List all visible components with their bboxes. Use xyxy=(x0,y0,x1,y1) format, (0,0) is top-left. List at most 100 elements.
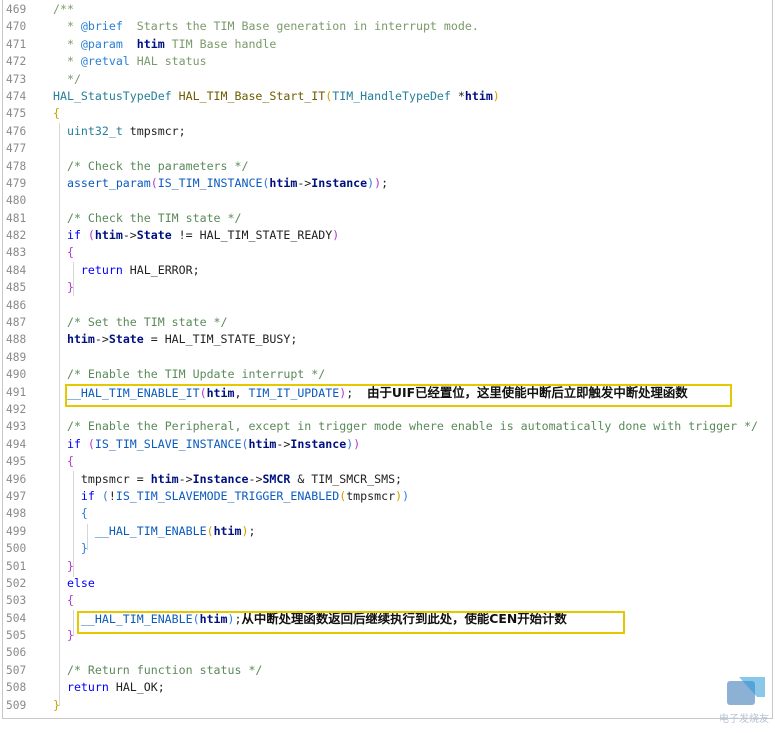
code-token: ) xyxy=(395,488,403,503)
code-text: tmpsmcr = htim->Instance->SMCR & TIM_SMC… xyxy=(53,471,402,488)
line-number: 475 xyxy=(6,107,27,121)
code-token: IS_TIM_INSTANCE xyxy=(157,175,263,190)
code-token: /* Enable the Peripheral, except in trig… xyxy=(66,419,758,434)
code-line: 483 { xyxy=(3,244,772,261)
code-token: /* Return function status */ xyxy=(66,662,263,677)
code-token: __HAL_TIM_ENABLE xyxy=(94,523,207,538)
line-number: 477 xyxy=(6,142,27,156)
line-number: 502 xyxy=(6,576,27,590)
watermark-text: 电子发烧友 xyxy=(719,714,769,725)
indent-guide xyxy=(87,524,88,550)
code-token: HAL_TIM_Base_Start_IT xyxy=(178,88,326,103)
code-token: htim xyxy=(66,332,95,347)
code-line: 477 xyxy=(3,140,772,157)
code-token: State xyxy=(108,332,144,347)
code-line: 508 return HAL_OK; xyxy=(3,679,772,696)
code-text: /* Enable the TIM Update interrupt */ xyxy=(53,366,325,383)
code-token: * xyxy=(53,36,81,51)
line-number: 470 xyxy=(6,20,27,34)
code-line: 496 tmpsmcr = htim->Instance->SMCR & TIM… xyxy=(3,471,772,488)
code-token: -> xyxy=(122,228,137,243)
code-token: ) xyxy=(353,436,361,451)
code-text: * @retval HAL status xyxy=(53,53,207,70)
code-line: 501 } xyxy=(3,558,772,575)
code-token: ) xyxy=(492,88,500,103)
code-token: -> xyxy=(94,332,109,347)
code-token: -> xyxy=(297,175,312,190)
code-text: assert_param(IS_TIM_INSTANCE(htim->Insta… xyxy=(53,175,388,192)
line-number: 484 xyxy=(6,263,27,277)
code-token: TIM Base handle xyxy=(164,36,277,51)
code-token: uint32_t xyxy=(66,123,123,138)
line-number: 469 xyxy=(6,3,27,16)
line-number: 481 xyxy=(6,211,27,225)
line-number: 488 xyxy=(6,333,27,347)
code-token: HAL status xyxy=(129,54,207,69)
line-number: 491 xyxy=(6,385,27,399)
code-token: ) xyxy=(332,228,340,243)
code-text: HAL_StatusTypeDef HAL_TIM_Base_Start_IT(… xyxy=(53,88,500,105)
code-token: SMCR xyxy=(262,471,291,486)
code-line: 495 { xyxy=(3,453,772,470)
code-line: 493 /* Enable the Peripheral, except in … xyxy=(3,418,772,435)
code-line: 490 /* Enable the TIM Update interrupt *… xyxy=(3,366,772,383)
code-token: ; xyxy=(248,523,256,538)
code-text: */ xyxy=(53,71,81,88)
code-text: htim->State = HAL_TIM_STATE_BUSY; xyxy=(53,331,297,348)
code-text: } xyxy=(53,279,74,296)
code-line: 484 return HAL_ERROR; xyxy=(3,262,772,279)
code-token: * xyxy=(450,88,465,103)
indent-guide xyxy=(73,610,74,636)
code-token: tmpsmcr = xyxy=(53,471,151,486)
highlight-box-line-491 xyxy=(65,384,732,407)
line-number: 494 xyxy=(6,437,27,451)
code-token: State xyxy=(136,228,172,243)
code-token: htim xyxy=(464,88,493,103)
code-line: 471 * @param htim TIM Base handle xyxy=(3,36,772,53)
code-token: Instance xyxy=(290,436,347,451)
line-number: 486 xyxy=(6,298,27,312)
line-number: 506 xyxy=(6,646,27,660)
code-token: tmpsmcr xyxy=(346,488,396,503)
line-number: 492 xyxy=(6,402,27,416)
code-token: HAL_ERROR; xyxy=(122,262,200,277)
code-token: { xyxy=(53,106,60,121)
code-line: 474 HAL_StatusTypeDef HAL_TIM_Base_Start_… xyxy=(3,88,772,105)
code-text: /** xyxy=(53,1,74,18)
code-line: 472 * @retval HAL status xyxy=(3,53,772,70)
brand-logo-icon xyxy=(727,677,765,705)
line-number: 501 xyxy=(6,559,27,573)
code-line: 498 { xyxy=(3,505,772,522)
line-number: 508 xyxy=(6,681,27,695)
code-line: 473 */ xyxy=(3,71,772,88)
code-token: IS_TIM_SLAVE_INSTANCE xyxy=(94,436,242,451)
line-number: 474 xyxy=(6,89,27,103)
code-text: /* Return function status */ xyxy=(53,662,262,679)
code-token: return xyxy=(80,262,123,277)
line-number: 473 xyxy=(6,72,27,86)
code-line: 497 if (!IS_TIM_SLAVEMODE_TRIGGER_ENABLE… xyxy=(3,488,772,505)
line-number: 498 xyxy=(6,507,27,521)
code-token: -> xyxy=(276,436,291,451)
code-token: /** xyxy=(53,2,74,16)
code-token: assert_param xyxy=(66,175,151,190)
code-text: /* Check the parameters */ xyxy=(53,158,248,175)
line-number: 485 xyxy=(6,281,27,295)
code-token: htim xyxy=(94,228,123,243)
line-number: 480 xyxy=(6,194,27,208)
line-number: 478 xyxy=(6,159,27,173)
code-line: 480 xyxy=(3,192,772,209)
code-token: ( xyxy=(87,436,95,451)
code-token: if xyxy=(66,436,81,451)
code-line: 503 { xyxy=(3,592,772,609)
code-text: { xyxy=(53,453,74,470)
code-line: 470 * @brief Starts the TIM Base generat… xyxy=(3,18,772,35)
line-number: 509 xyxy=(6,698,27,712)
line-number: 500 xyxy=(6,542,27,556)
code-text: if (!IS_TIM_SLAVEMODE_TRIGGER_ENABLED(tm… xyxy=(53,488,409,505)
